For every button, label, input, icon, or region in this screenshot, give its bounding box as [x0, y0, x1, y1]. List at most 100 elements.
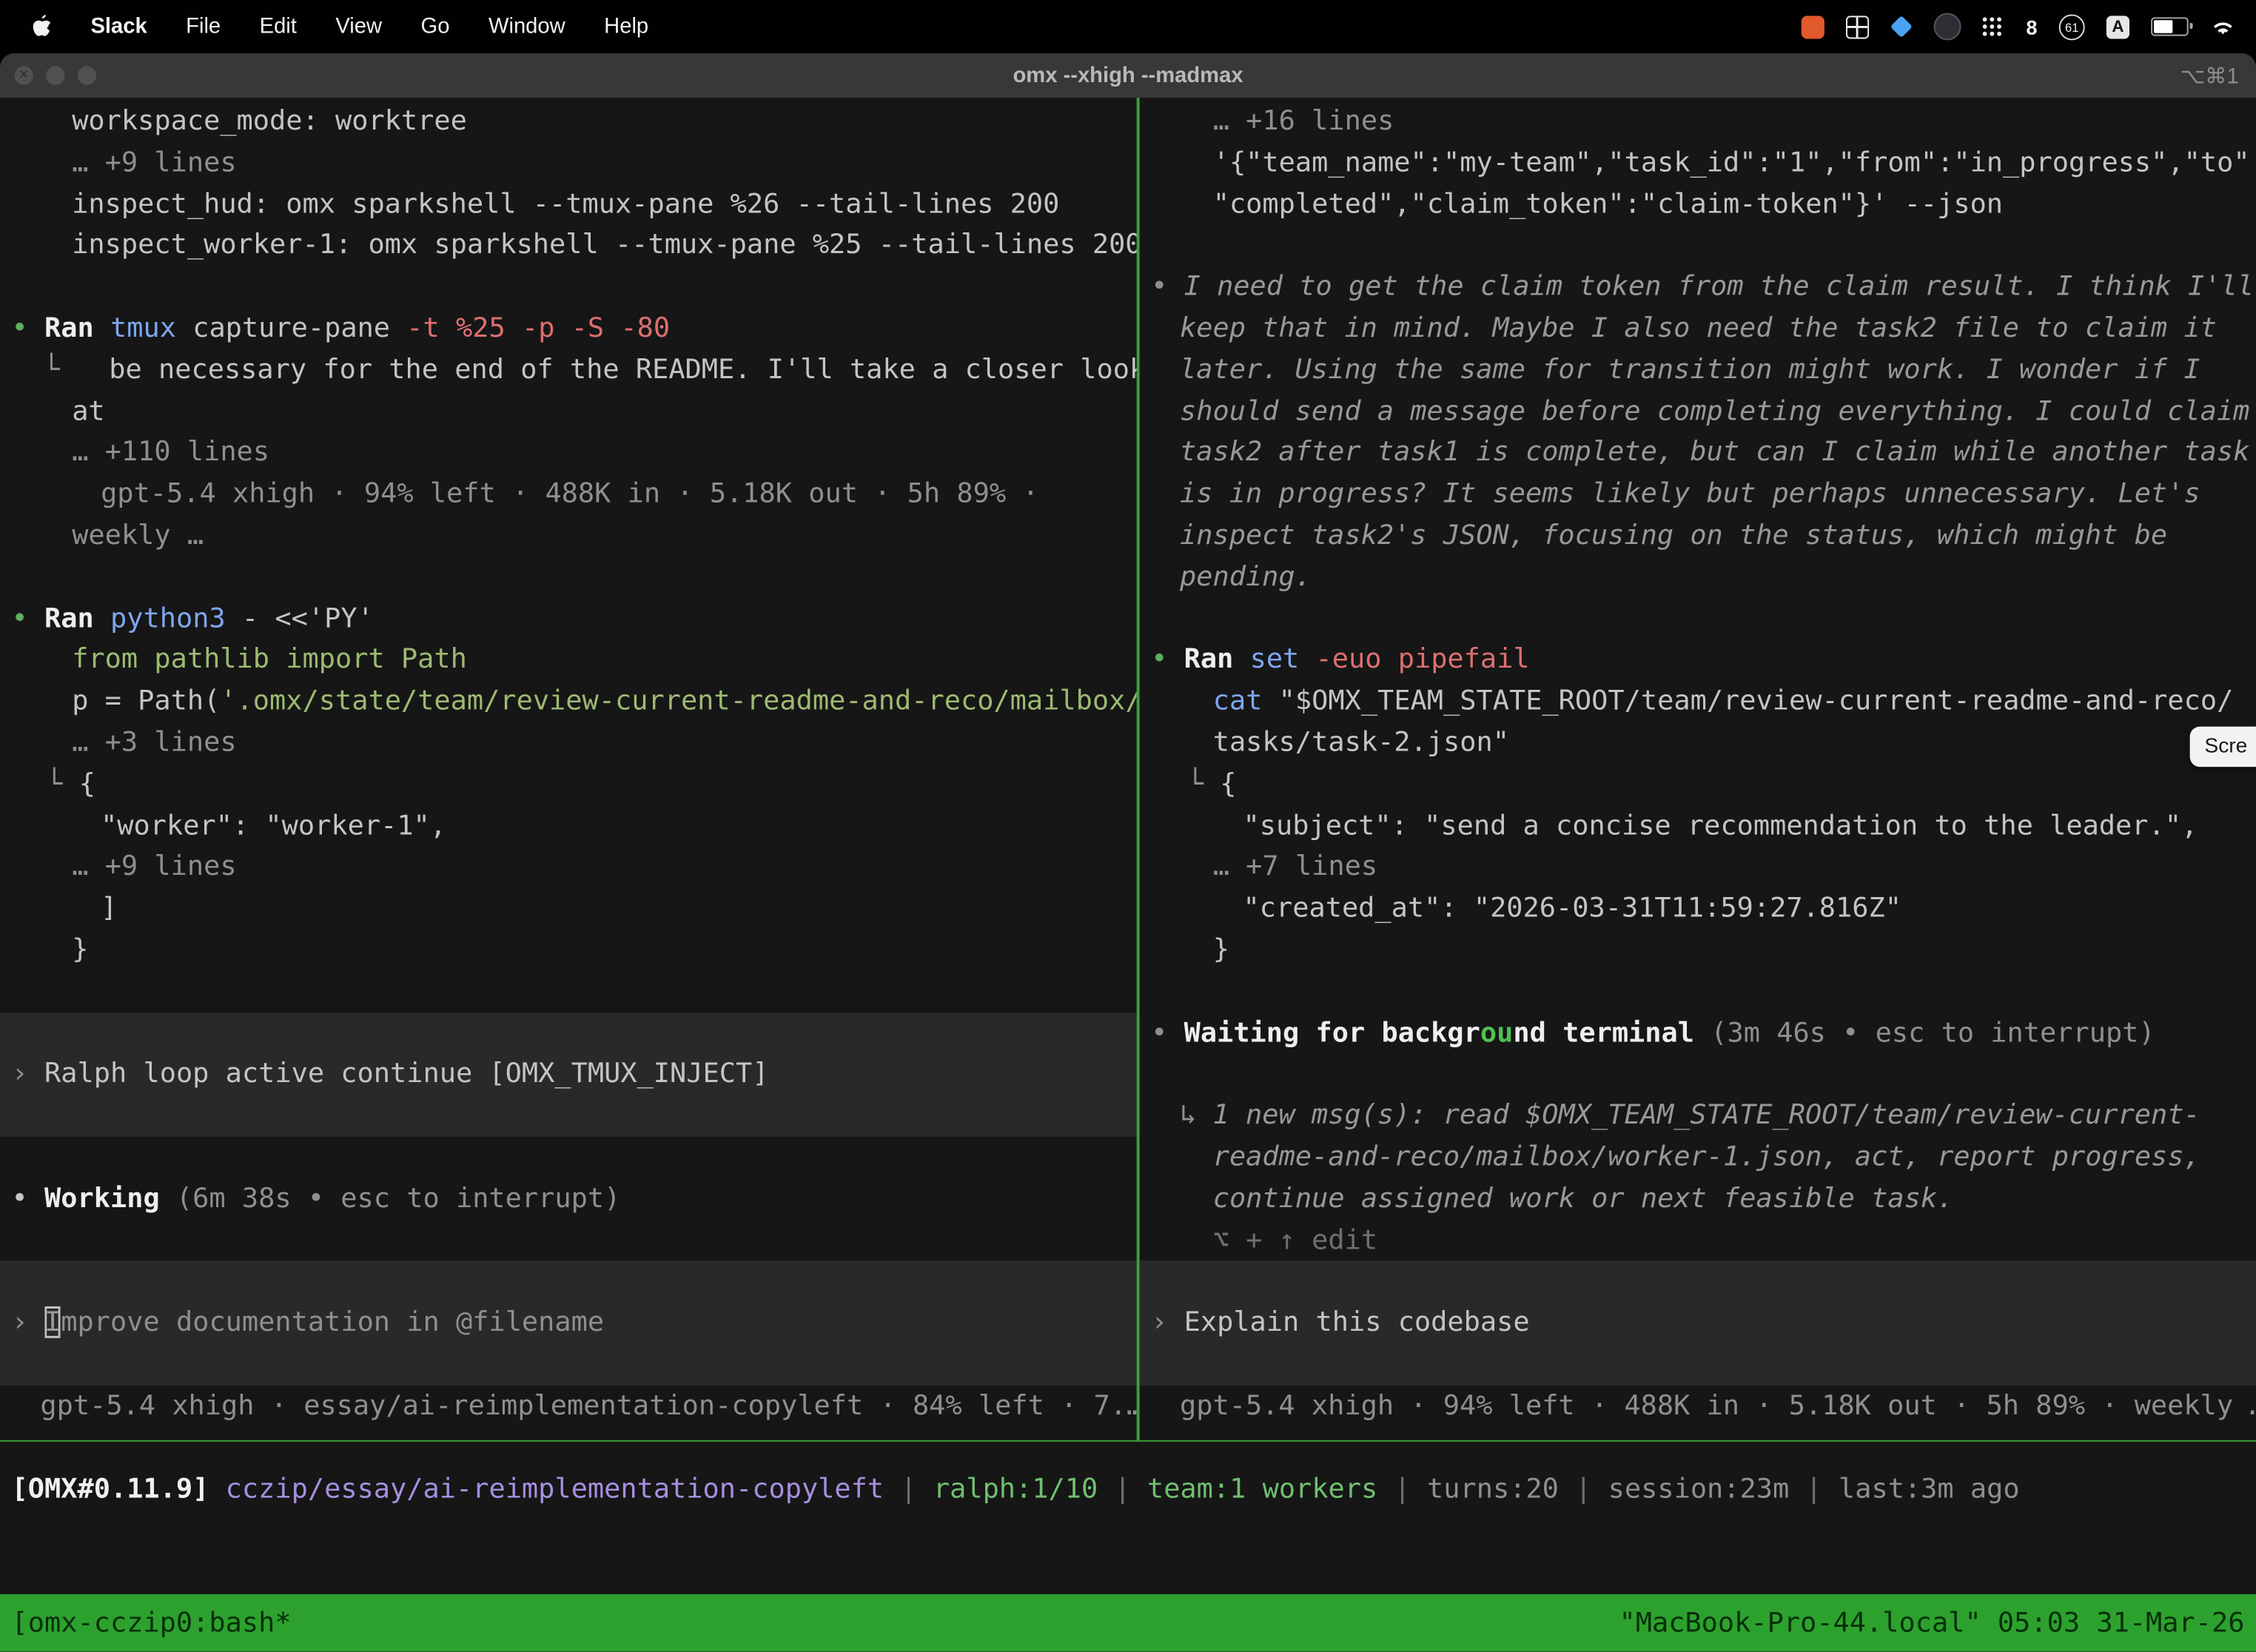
terminal-text-segment: capture-pane — [192, 312, 406, 344]
screen-recording-icon[interactable] — [1802, 15, 1824, 38]
menu-item-edit[interactable]: Edit — [260, 14, 297, 38]
terminal-text-segment: set — [1250, 644, 1316, 676]
terminal-text-segment: … +3 lines — [72, 727, 236, 759]
terminal-line: from pathlib import Path — [0, 639, 1137, 681]
close-button[interactable]: × — [14, 66, 33, 84]
terminal-text-segment: session:23m — [1608, 1474, 1790, 1505]
prompt-suggestion-line[interactable]: › Improve documentation in @filename — [0, 1302, 1137, 1343]
prompt-suggestion-line[interactable]: › Explain this codebase — [1140, 1302, 2256, 1343]
terminal-text-segment: ] — [101, 892, 117, 924]
terminal-text-segment: • — [12, 312, 44, 344]
menu-item-help[interactable]: Help — [604, 14, 648, 38]
terminal-text-segment: ralph:1/10 — [933, 1474, 1098, 1505]
menu-item-file[interactable]: File — [186, 14, 221, 38]
menu-item-window[interactable]: Window — [489, 14, 565, 38]
battery-fill — [2154, 20, 2172, 33]
terminal-line: is in progress? It seems likely but perh… — [1140, 474, 2256, 515]
terminal-line: … +16 lines — [1140, 101, 2256, 142]
terminal-text-segment: Waiting for backgr — [1184, 1016, 1480, 1048]
eight-icon[interactable]: 8 — [2026, 15, 2037, 38]
terminal-line: └ { — [1140, 764, 2256, 805]
terminal-line: … +9 lines — [0, 847, 1137, 888]
terminal-line: "completed","claim_token":"claim-token"}… — [1140, 184, 2256, 225]
terminal-text-segment: … +16 lines — [1213, 105, 1394, 137]
terminal-text-segment: { — [79, 768, 95, 800]
terminal-text-segment: tmux — [110, 312, 192, 344]
apple-menu-icon[interactable] — [32, 14, 52, 38]
terminal-text-segment: should send a message before completing … — [1180, 395, 2249, 427]
terminal-line: … +9 lines — [0, 142, 1137, 184]
terminal-line: inspect_worker-1: omx sparkshell --tmux-… — [0, 225, 1137, 266]
menu-item-view[interactable]: View — [335, 14, 382, 38]
terminal-line: • Working (6m 38s • esc to interrupt) — [0, 1178, 1137, 1220]
terminal-text-segment: Ralph loop active continue [OMX_TMUX_INJ… — [44, 1058, 768, 1089]
terminal-text-segment: "subject": "send a concise recommendatio… — [1243, 810, 2198, 842]
wifi-icon[interactable] — [2210, 16, 2236, 36]
terminal-text-segment: | — [1559, 1474, 1608, 1505]
window-grid-icon[interactable] — [1846, 15, 1869, 38]
minimize-button[interactable] — [46, 66, 64, 84]
terminal-text-segment: • — [1151, 1016, 1184, 1048]
terminal-text-segment: } — [1213, 933, 1229, 965]
terminal-text-segment: turns:20 — [1427, 1474, 1559, 1505]
terminal-text-segment: … +7 lines — [1213, 851, 1377, 883]
left-terminal-pane[interactable]: workspace_mode: worktree… +9 linesinspec… — [0, 98, 1137, 1440]
terminal-text-segment: } — [72, 933, 88, 965]
menu-item-go[interactable]: Go — [421, 14, 450, 38]
terminal-text-segment: cat — [1213, 685, 1279, 717]
terminal-text-segment: • — [1151, 271, 1184, 303]
terminal-text-segment: 1 new msg(s): read $OMX_TEAM_STATE_ROOT/… — [1212, 1099, 2200, 1131]
terminal-line: inspect_hud: omx sparkshell --tmux-pane … — [0, 184, 1137, 225]
menu-items: File Edit View Go Window Help — [186, 14, 648, 38]
terminal-text-segment: "completed","claim_token":"claim-token"}… — [1213, 188, 2003, 220]
terminal-text-segment: | — [1377, 1474, 1427, 1505]
terminal-line: ] — [0, 888, 1137, 930]
terminal-line — [1140, 598, 2256, 639]
terminal-text-segment: later. Using the same for transition mig… — [1180, 354, 2200, 386]
right-terminal-pane[interactable]: … +16 lines '{"team_name":"my-team","task… — [1140, 98, 2256, 1440]
terminal-line: • I need to get the claim token from the… — [1140, 266, 2256, 308]
terminal-text-segment: is in progress? It seems likely but perh… — [1180, 478, 2200, 510]
prompt-band — [0, 1095, 1137, 1137]
battery-icon[interactable] — [2151, 17, 2189, 36]
terminal-text-segment: … +110 lines — [72, 437, 269, 469]
terminal-text-segment: weekly … — [72, 520, 204, 551]
input-source-icon[interactable]: A — [2106, 15, 2129, 38]
terminal-text-segment: p = Path( — [72, 685, 220, 717]
terminal-text-segment: '{"team_name":"my-team","task_id":"1","f… — [1213, 147, 2256, 178]
menubar-menus: Slack File Edit View Go Window Help — [0, 14, 648, 38]
zoom-button[interactable] — [78, 66, 96, 84]
battery-percent-icon[interactable]: 61 — [2059, 13, 2085, 39]
terminal-line: ↳ 1 new msg(s): read $OMX_TEAM_STATE_ROO… — [1140, 1095, 2256, 1137]
terminal-text-segment: readme-and-reco/mailbox/worker-1.json, a… — [1213, 1141, 2200, 1172]
active-app-name[interactable]: Slack — [90, 14, 147, 38]
screenshot-overlay[interactable]: Scre — [2190, 727, 2256, 767]
terminal-text-segment: └ — [46, 768, 78, 800]
tmux-terminal: workspace_mode: worktree… +9 linesinspec… — [0, 98, 2256, 1651]
terminal-text-segment: u — [1497, 1016, 1513, 1048]
text-cursor: I — [44, 1306, 61, 1338]
terminal-text-segment: | — [1789, 1474, 1839, 1505]
pane-divider-horizontal[interactable] — [0, 1440, 2256, 1442]
prompt-suggestion-line[interactable]: › Ralph loop active continue [OMX_TMUX_I… — [0, 1054, 1137, 1095]
terminal-text-segment: { — [1220, 768, 1236, 800]
window-titlebar[interactable]: × omx --xhigh --madmax ⌥⌘1 — [0, 53, 2256, 99]
ghostty-icon[interactable] — [1934, 13, 1961, 40]
terminal-line: … +7 lines — [1140, 847, 2256, 888]
terminal-text-segment: continue assigned work or next feasible … — [1213, 1182, 1954, 1214]
dots-grid-icon[interactable] — [1983, 17, 1987, 21]
terminal-line: • Ran tmux capture-pane -t %25 -p -S -80 — [0, 308, 1137, 349]
blue-app-icon[interactable] — [1890, 16, 1913, 38]
terminal-text-segment: last:3m ago — [1839, 1474, 2020, 1505]
terminal-line: weekly … — [0, 515, 1137, 557]
terminal-line: └ { — [0, 764, 1137, 805]
terminal-line: continue assigned work or next feasible … — [1140, 1178, 2256, 1220]
terminal-line: cat "$OMX_TEAM_STATE_ROOT/team/review-cu… — [1140, 681, 2256, 722]
terminal-line: "subject": "send a concise recommendatio… — [1140, 805, 2256, 847]
terminal-line: later. Using the same for transition mig… — [1140, 349, 2256, 391]
window-shortcut-hint: ⌥⌘1 — [2181, 63, 2239, 89]
terminal-text-segment: "worker": "worker-1", — [101, 810, 446, 842]
terminal-text-segment: python3 — [110, 602, 242, 634]
tmux-status-bar: [omx-cczip0:bash* "MacBook-Pro-44.local"… — [0, 1594, 2256, 1652]
menubar-status-icons: 8 61 A — [1802, 13, 2256, 40]
